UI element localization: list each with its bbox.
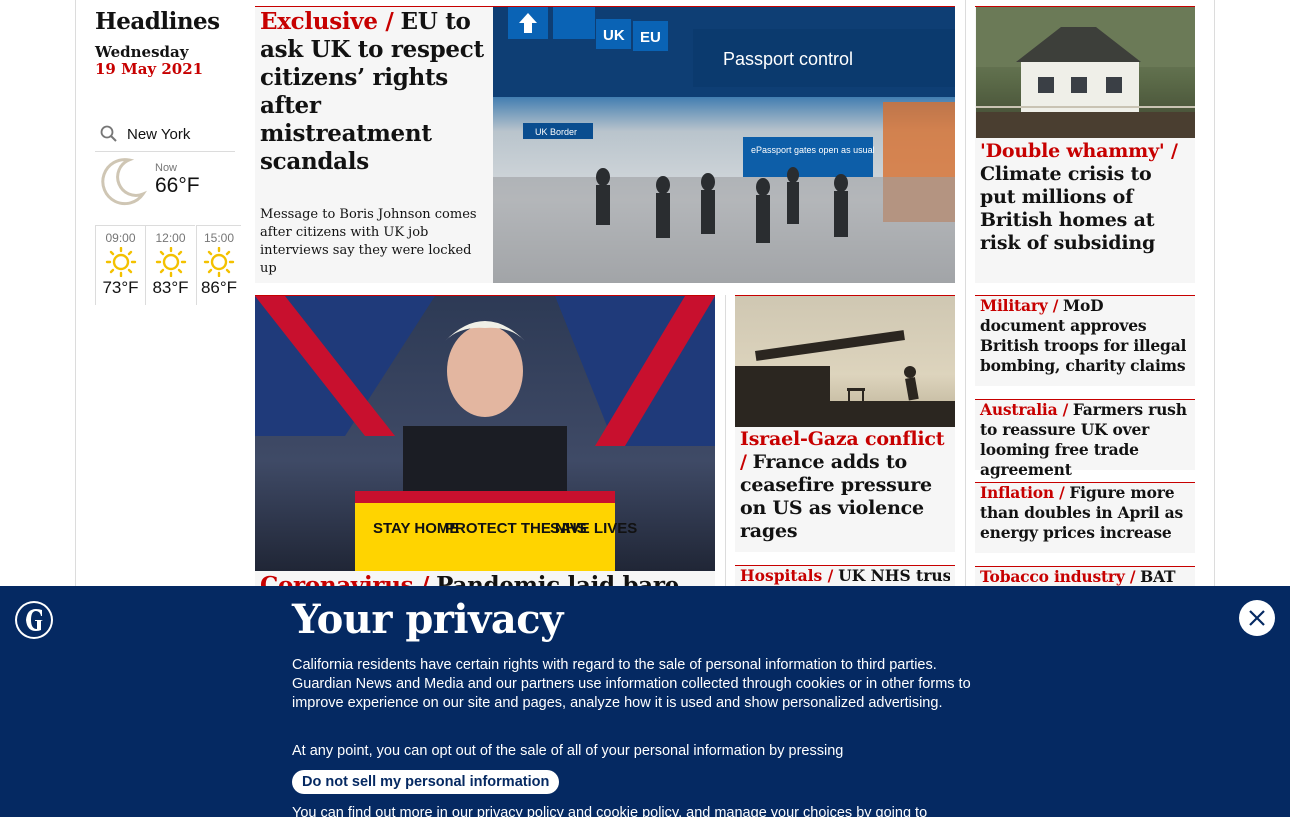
forecast-temp: 86°F bbox=[200, 278, 238, 297]
forecast-time: 09:00 bbox=[105, 231, 136, 245]
close-privacy-button[interactable] bbox=[1239, 600, 1275, 636]
weekday: Wednesday bbox=[95, 43, 189, 61]
privacy-more-text: You can find out more in our privacy pol… bbox=[292, 805, 928, 817]
tank-illustration bbox=[735, 330, 955, 427]
sun-icon bbox=[105, 247, 136, 277]
subsiding-story-headline[interactable]: 'Double whammy' / Climate crisis to put … bbox=[980, 140, 1185, 255]
lead-story-headline[interactable]: Exclusive / EU to ask UK to respect citi… bbox=[260, 8, 485, 176]
hospitals-story-headline[interactable]: Hospitals / UK NHS trusts bbox=[740, 566, 950, 586]
guardian-logo-icon bbox=[15, 601, 53, 639]
story-kicker: Exclusive / bbox=[260, 8, 394, 35]
lead-story-standfirst: Message to Boris Johnson comes after cit… bbox=[260, 207, 477, 276]
forecast-temp: 83°F bbox=[152, 278, 189, 297]
forecast-slot: 09:00 73°F bbox=[95, 225, 145, 305]
tank-silhouette-image[interactable] bbox=[735, 296, 955, 427]
inflation-story-headline[interactable]: Inflation / Figure more than doubles in … bbox=[980, 483, 1192, 543]
epassport-sign: ePassport gates open as usual bbox=[751, 145, 875, 155]
passport-control-sign: Passport control bbox=[723, 49, 853, 69]
forecast-slot: 15:00 86°F bbox=[196, 225, 241, 305]
privacy-banner: Your privacy California residents have c… bbox=[0, 586, 1290, 817]
privacy-optout-text: At any point, you can opt out of the sal… bbox=[292, 743, 844, 759]
close-icon bbox=[1249, 610, 1265, 626]
story-headline-text: France adds to ceasefire pressure on US … bbox=[740, 451, 932, 542]
sun-icon bbox=[155, 247, 186, 277]
press-conference-illustration: STAY HOME PROTECT THE NHS SAVE LIVES bbox=[255, 296, 715, 571]
forecast-time: 12:00 bbox=[155, 231, 186, 245]
sun-icon bbox=[203, 247, 235, 277]
story-kicker: Hospitals / bbox=[740, 566, 834, 585]
story-kicker: Military / bbox=[980, 296, 1059, 315]
do-not-sell-button[interactable]: Do not sell my personal information bbox=[292, 770, 560, 794]
lectern-save-lives: SAVE LIVES bbox=[550, 520, 637, 537]
passport-control-image[interactable]: UK EU Passport control UK Border ePasspo… bbox=[493, 7, 955, 283]
tobacco-story-headline[interactable]: Tobacco industry / BAT bbox=[980, 567, 1192, 587]
press-conference-image[interactable]: STAY HOME PROTECT THE NHS SAVE LIVES bbox=[255, 296, 715, 571]
weather-location-search[interactable]: New York bbox=[95, 117, 235, 152]
weather-location[interactable]: New York bbox=[127, 126, 190, 143]
story-kicker: 'Double whammy' / bbox=[980, 140, 1178, 162]
passport-control-illustration: UK EU Passport control UK Border ePasspo… bbox=[493, 7, 955, 283]
date: 19 May 2021 bbox=[95, 60, 204, 78]
weather-now-label: Now bbox=[155, 162, 178, 174]
australia-story-headline[interactable]: Australia / Farmers rush to reassure UK … bbox=[980, 400, 1192, 480]
story-headline-text: BAT bbox=[1140, 567, 1176, 586]
uk-sign: UK bbox=[603, 27, 625, 44]
forecast-time: 15:00 bbox=[203, 231, 235, 245]
uk-border-sign: UK Border bbox=[535, 127, 577, 137]
eu-sign: EU bbox=[640, 29, 661, 46]
story-headline-text: UK NHS trusts bbox=[838, 566, 950, 585]
privacy-title: Your privacy bbox=[292, 596, 563, 643]
story-headline-text: Climate crisis to put millions of Britis… bbox=[980, 163, 1156, 254]
story-kicker: Inflation / bbox=[980, 483, 1065, 502]
story-kicker: Tobacco industry / bbox=[980, 567, 1136, 586]
cottage-image[interactable] bbox=[976, 7, 1195, 138]
moon-icon bbox=[101, 158, 147, 206]
weather-now-temp: 66°F bbox=[155, 174, 200, 197]
military-story-headline[interactable]: Military / MoD document approves British… bbox=[980, 296, 1192, 376]
section-title: Headlines bbox=[95, 8, 220, 35]
column-divider bbox=[725, 295, 726, 595]
israel-story-headline[interactable]: Israel-Gaza conflict / France adds to ce… bbox=[740, 428, 945, 543]
search-icon bbox=[100, 125, 117, 142]
forecast-temp: 73°F bbox=[102, 278, 139, 297]
forecast-slot: 12:00 83°F bbox=[145, 225, 195, 305]
privacy-body: California residents have certain rights… bbox=[292, 657, 971, 711]
cottage-illustration bbox=[976, 7, 1195, 138]
story-kicker: Australia / bbox=[980, 400, 1069, 419]
column-divider bbox=[965, 0, 966, 595]
